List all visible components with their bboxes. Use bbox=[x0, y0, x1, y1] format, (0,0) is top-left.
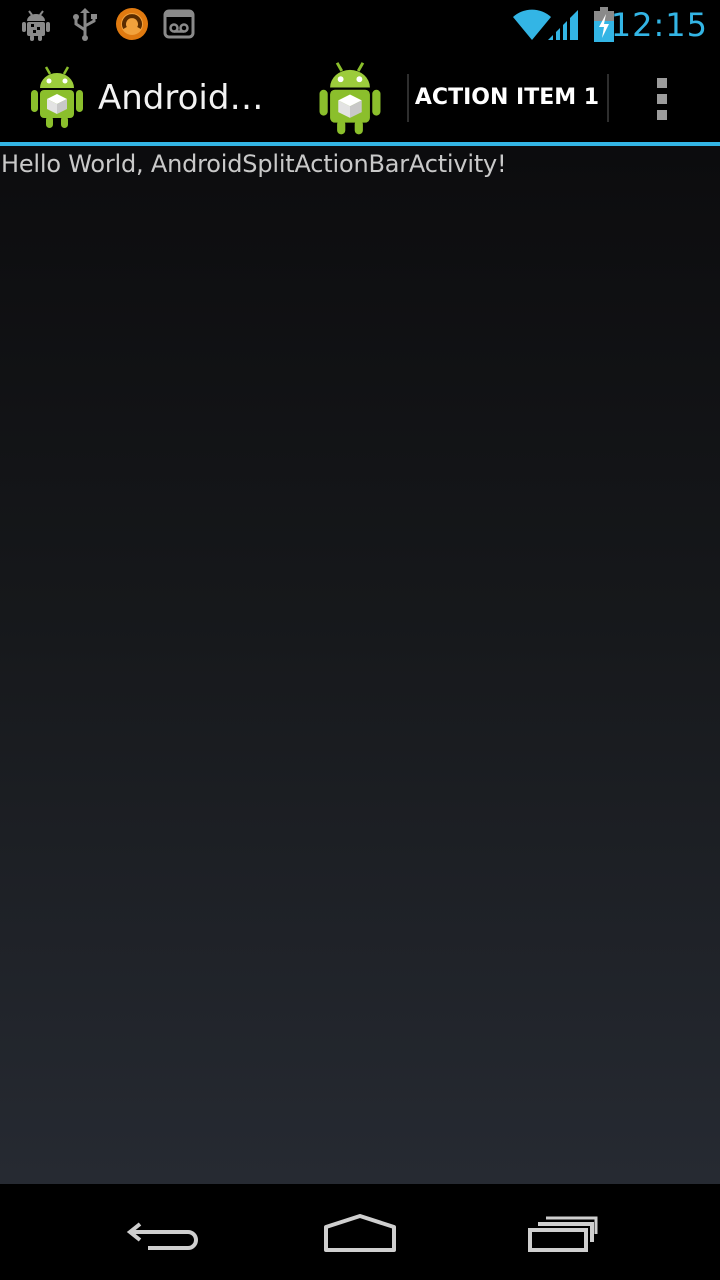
back-icon bbox=[100, 1222, 220, 1266]
back-button[interactable] bbox=[100, 1202, 220, 1262]
status-bar-clock: 12:15 bbox=[610, 6, 708, 44]
action-bar-title: Android… bbox=[98, 78, 264, 118]
recent-apps-icon bbox=[502, 1216, 622, 1266]
recent-apps-button[interactable] bbox=[502, 1202, 622, 1262]
voicemail-icon bbox=[162, 6, 196, 46]
app-icon[interactable] bbox=[28, 64, 86, 134]
home-button[interactable] bbox=[300, 1202, 420, 1262]
cell-signal-icon bbox=[546, 8, 580, 46]
action-android-icon-button[interactable] bbox=[306, 54, 394, 142]
hello-world-text: Hello World, AndroidSplitActionBarActivi… bbox=[1, 150, 507, 178]
action-bar-divider bbox=[407, 74, 409, 122]
main-content: Hello World, AndroidSplitActionBarActivi… bbox=[0, 146, 720, 1184]
overflow-menu-button[interactable] bbox=[630, 68, 696, 128]
home-icon bbox=[300, 1214, 420, 1266]
status-bar: 12:15 bbox=[0, 0, 720, 50]
orange-app-notification-icon bbox=[114, 6, 150, 46]
action-bar: Android… ACTION ITEM 1 bbox=[0, 50, 720, 142]
android-debug-icon bbox=[18, 6, 54, 46]
android-robot-icon bbox=[316, 58, 384, 142]
phone-screen: 12:15 Android… ACTION ITEM 1 Hello World… bbox=[0, 0, 720, 1280]
action-bar-divider bbox=[607, 74, 609, 122]
navigation-bar bbox=[0, 1184, 720, 1280]
usb-icon bbox=[68, 6, 102, 46]
action-item-1-button[interactable]: ACTION ITEM 1 bbox=[412, 70, 602, 126]
